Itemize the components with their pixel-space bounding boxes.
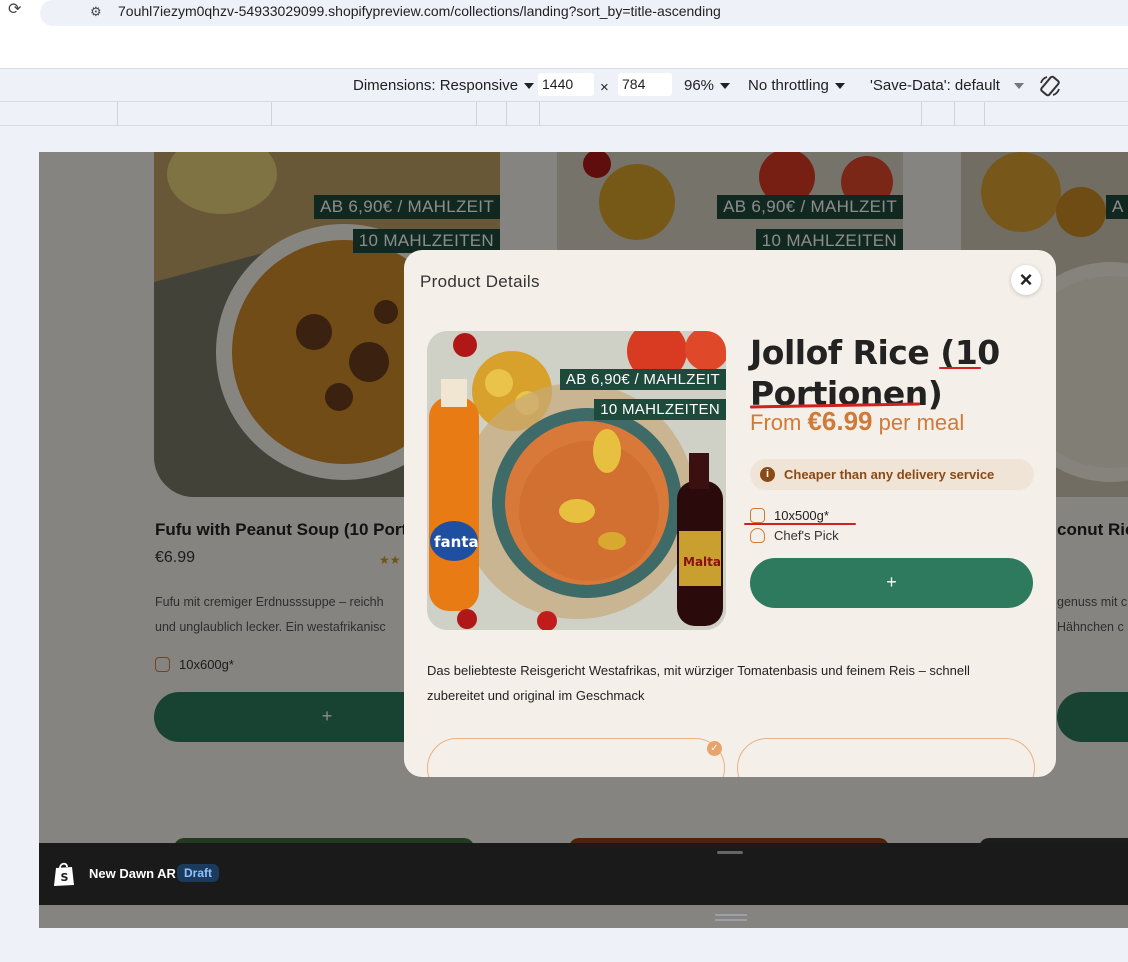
resize-handle[interactable]	[715, 914, 747, 921]
save-data-dropdown[interactable]: 'Save-Data': default	[870, 77, 1024, 94]
chevron-down-icon	[1013, 83, 1024, 90]
product-image: fanta Malta AB 6,90€ / MAHLZEIT 10 MAHLZ…	[427, 331, 726, 630]
chevron-down-icon	[524, 83, 535, 90]
annotation-underline	[939, 367, 981, 369]
shopify-preview-bar: S New Dawn AR Draft	[39, 843, 1128, 905]
times-symbol: ×	[600, 79, 609, 96]
price-suffix: per meal	[878, 410, 965, 435]
chevron-down-icon	[720, 83, 731, 90]
price-prefix: From	[750, 410, 802, 435]
dimensions-label: Dimensions: Responsive	[353, 77, 519, 94]
reload-icon[interactable]: ⟳	[8, 2, 24, 18]
rotate-icon[interactable]	[1038, 74, 1062, 98]
site-settings-icon[interactable]: ⚙	[90, 4, 102, 20]
product-price: From €6.99 per meal	[750, 406, 964, 437]
height-input[interactable]: 784	[618, 73, 672, 96]
package-icon	[750, 508, 765, 523]
meal-count-tag: 10 MAHLZEITEN	[594, 399, 726, 420]
notice-text: Cheaper than any delivery service	[784, 467, 995, 482]
check-icon: ✓	[707, 741, 722, 756]
price-value: €6.99	[807, 406, 873, 436]
svg-text:fanta: fanta	[434, 533, 479, 551]
throttling-label: No throttling	[748, 77, 829, 94]
product-details-modal: Product Details × fanta Malta AB 6,90€ /…	[404, 250, 1056, 777]
product-description: Das beliebteste Reisgericht Westafrikas,…	[427, 663, 970, 703]
drag-handle[interactable]	[717, 851, 743, 854]
width-input[interactable]: 1440	[538, 73, 594, 96]
annotation-underline	[744, 523, 856, 525]
draft-badge: Draft	[177, 864, 220, 882]
save-data-label: 'Save-Data': default	[870, 77, 1000, 94]
shopify-bag-icon: S	[54, 862, 74, 886]
throttling-dropdown[interactable]: No throttling	[748, 77, 845, 94]
svg-text:S: S	[61, 871, 69, 884]
chefs-pick-badge: Chef's Pick	[750, 528, 839, 543]
modal-title: Product Details	[420, 272, 540, 291]
url-text[interactable]: 7ouhl7iezym0qhzv-54933029099.shopifyprev…	[118, 3, 721, 19]
info-icon: i	[760, 467, 775, 482]
close-button[interactable]: ×	[1011, 265, 1041, 295]
zoom-label: 96%	[684, 77, 715, 94]
portion-option-selected[interactable]	[427, 738, 725, 777]
zoom-dropdown[interactable]: 96%	[684, 77, 731, 94]
dimensions-dropdown[interactable]: Dimensions: Responsive	[353, 77, 535, 94]
product-weight: 10x500g*	[750, 508, 829, 523]
media-query-ruler[interactable]	[0, 102, 1128, 126]
product-name: Jollof Rice (10 Portionen)	[750, 333, 1000, 413]
add-to-cart-button[interactable]: +	[750, 558, 1033, 608]
portion-option[interactable]	[737, 738, 1035, 777]
chevron-down-icon	[834, 83, 845, 90]
chef-hat-icon	[750, 528, 765, 543]
savings-notice: i Cheaper than any delivery service	[750, 459, 1034, 490]
browser-toolbar: ⟳ ⚙ 7ouhl7iezym0qhzv-54933029099.shopify…	[0, 0, 1128, 68]
price-per-meal-tag: AB 6,90€ / MAHLZEIT	[559, 369, 726, 390]
address-bar[interactable]: ⚙ 7ouhl7iezym0qhzv-54933029099.shopifypr…	[40, 0, 1128, 26]
svg-text:Malta: Malta	[683, 555, 721, 569]
device-toolbar: Dimensions: Responsive 1440 × 784 96% No…	[0, 68, 1128, 102]
store-name: New Dawn AR	[89, 866, 176, 881]
